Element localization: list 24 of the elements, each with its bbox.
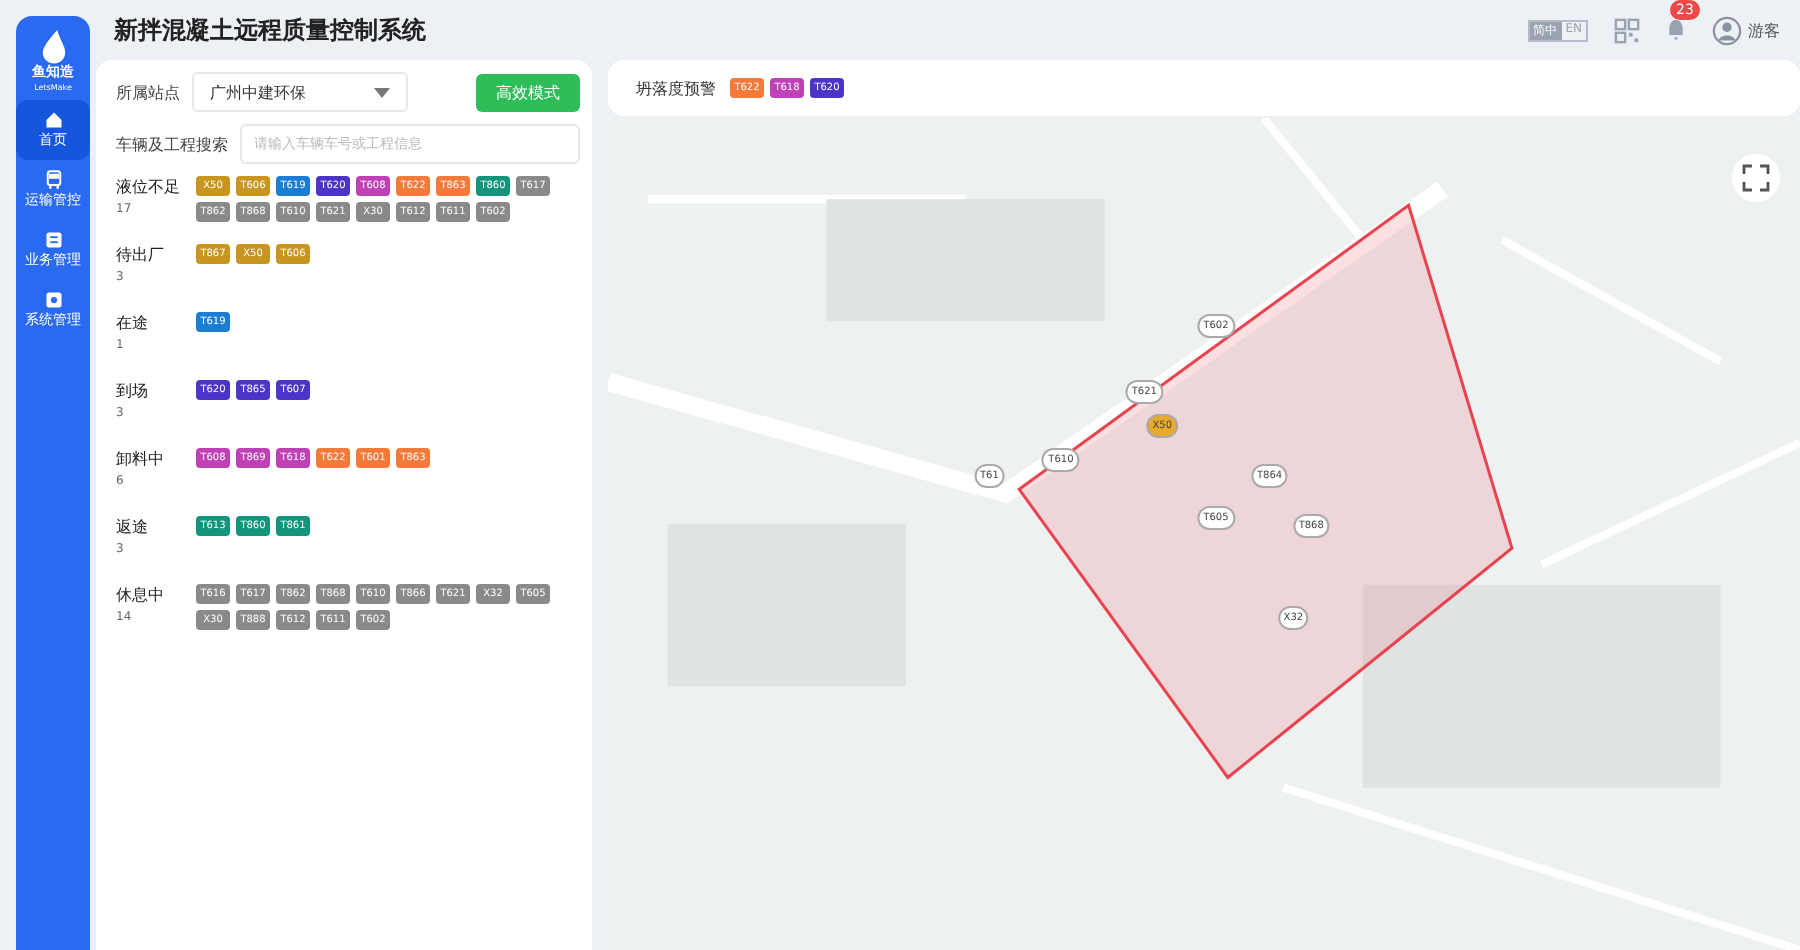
user-avatar-icon[interactable] [1712, 15, 1742, 45]
status-label: 液位不足 [116, 176, 182, 198]
field-label: 所属站点 [116, 81, 180, 103]
qr-code-icon[interactable] [1614, 17, 1640, 43]
field-label: 车辆及工程搜索 [116, 133, 228, 155]
status-label: 到场 [116, 380, 150, 402]
app-title: 新拌混凝土远程质量控制系统 [114, 13, 426, 47]
fullscreen-icon[interactable] [1732, 154, 1780, 202]
status-label: 在途 [116, 312, 150, 334]
status-label: 待出厂 [116, 244, 166, 266]
mode-button[interactable]: 高效模式 [476, 73, 580, 111]
drop-logo-icon [37, 28, 69, 64]
settings-icon [43, 290, 63, 310]
alert-label: 坍落度预警 [636, 77, 716, 99]
caret-icon [374, 87, 390, 97]
bus-icon [43, 170, 63, 190]
status-label: 休息中 [116, 584, 166, 606]
status-label: 返途 [116, 516, 150, 538]
user-name[interactable]: 游客 [1748, 19, 1780, 41]
status-label: 卸料中 [116, 448, 166, 470]
home-icon [43, 110, 63, 130]
bell-icon[interactable] [1666, 18, 1686, 42]
document-icon [43, 230, 63, 250]
station-dropdown[interactable]: 广州中建环保 [192, 72, 408, 112]
